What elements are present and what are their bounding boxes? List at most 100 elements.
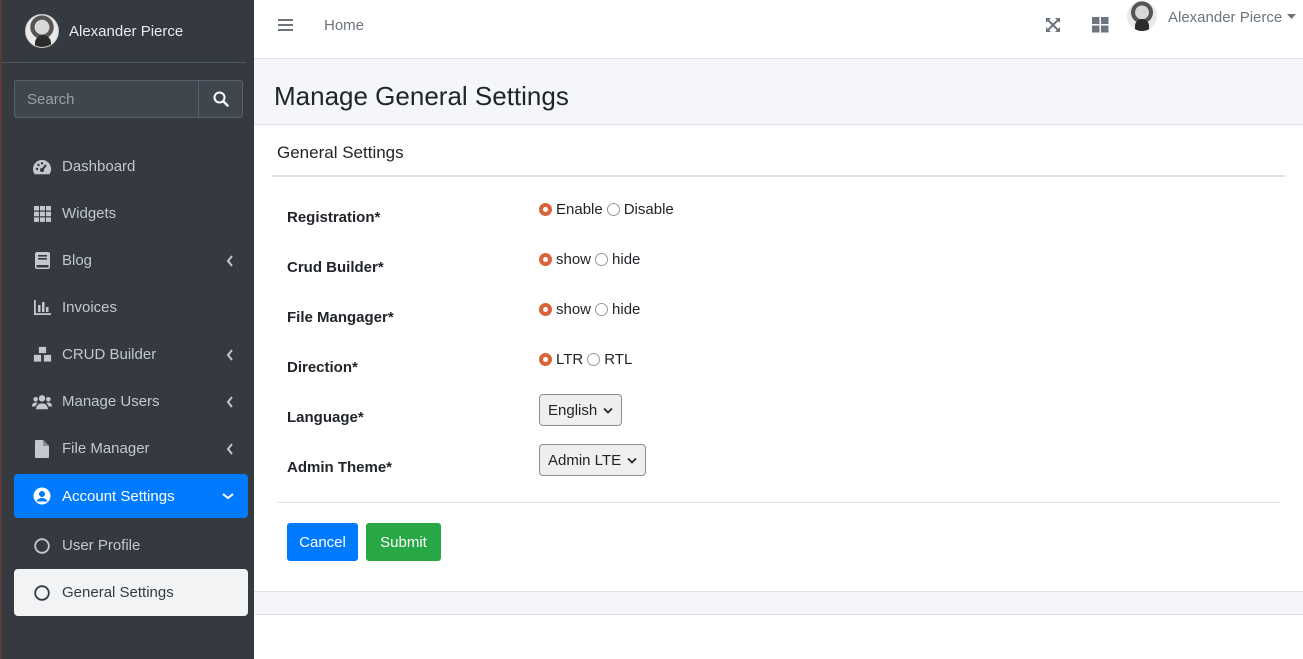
radio-label: show [556,301,592,318]
sidebar-item-dashboard[interactable]: Dashboard [14,143,248,190]
sidebar-item-label: Account Settings [62,487,175,505]
crud-builder-label: Crud Builder* [287,259,384,276]
sidebar-item-label: Dashboard [62,158,136,175]
book-icon [32,251,52,271]
sidebar-item-label: CRUD Builder [62,346,157,363]
language-select-value: English [548,401,598,419]
hamburger-icon [278,19,293,31]
sidebar-item-label: Manage Users [62,393,160,410]
expand-arrows-icon [1046,18,1060,32]
language-row: Language* English [287,394,1267,426]
menu-toggle-button[interactable] [278,18,293,37]
chevron-left-icon [226,348,233,361]
chevron-down-icon [627,457,637,464]
direction-radio-group: LTR RTL [539,351,636,368]
radio-label: RTL [604,351,633,368]
avatar[interactable] [1127,1,1157,31]
divider [277,502,1280,503]
card-header: General Settings [272,125,1285,177]
radio-label: Disable [623,201,674,218]
sidebar-item-manage-users[interactable]: Manage Users [14,378,248,425]
radio-label: LTR [556,351,584,368]
sidebar-item-label: General Settings [62,584,174,601]
registration-row: Registration* Enable Disable [287,199,1267,229]
sidebar-item-label: File Manager [62,440,150,457]
sidebar-item-invoices[interactable]: Invoices [14,284,248,331]
sidebar-user-name: Alexander Pierce [69,22,184,40]
radio-label: hide [612,251,641,268]
registration-label: Registration* [287,209,381,226]
content-wrapper: Manage General Settings General Settings… [254,59,1303,659]
users-icon [32,392,52,412]
sidebar-item-label: Blog [62,252,93,269]
direction-rtl-radio[interactable] [587,353,601,366]
admin-theme-label: Admin Theme* [287,459,393,476]
circle-icon [32,536,52,556]
chevron-left-icon [226,395,233,408]
page-title: Manage General Settings [274,81,569,111]
admin-theme-row: Admin Theme* Admin LTE [287,444,1267,476]
sidebar-user-panel[interactable]: Alexander Pierce [2,0,246,63]
sidebar-item-general-settings[interactable]: General Settings [14,569,248,616]
radio-label: Enable [556,201,603,218]
control-sidebar-button[interactable] [1092,17,1109,38]
fullscreen-button[interactable] [1045,17,1061,38]
crud-builder-show-radio[interactable] [539,253,552,266]
settings-card: General Settings Registration* Enable Di… [254,124,1303,592]
sidebar-nav: Dashboard Widgets Blog Invoices CRUD Bui… [14,143,248,616]
crud-builder-row: Crud Builder* show hide [287,249,1267,279]
footer [254,614,1303,659]
search-button[interactable] [198,80,243,118]
admin-theme-select-value: Admin LTE [548,451,622,469]
sidebar-item-file-manager[interactable]: File Manager [14,425,248,472]
registration-disable-radio[interactable] [606,203,620,216]
card-title: General Settings [277,143,404,162]
radio-label: show [556,251,592,268]
file-manager-label: File Mangager* [287,309,394,326]
sidebar: Alexander Pierce Dashboard Widgets Blog [0,0,254,659]
sidebar-item-user-profile[interactable]: User Profile [14,522,248,569]
file-manager-row: File Mangager* show hide [287,299,1267,329]
search-icon [213,91,229,107]
user-circle-icon [32,486,52,506]
chevron-down-icon [603,407,613,414]
sidebar-item-label: Invoices [62,299,118,316]
crud-builder-hide-radio[interactable] [595,253,609,266]
circle-icon [32,583,52,603]
file-manager-radio-group: show hide [539,301,644,318]
top-navbar: Home Alexander Pierce [254,0,1303,59]
cancel-button[interactable]: Cancel [287,523,358,561]
sidebar-item-account-settings[interactable]: Account Settings [14,474,248,518]
user-menu-name[interactable]: Alexander Pierce [1168,9,1282,26]
th-icon [32,204,52,224]
direction-row: Direction* LTR RTL [287,349,1267,379]
file-manager-hide-radio[interactable] [595,303,609,316]
file-icon [32,439,52,459]
file-manager-show-radio[interactable] [539,303,552,316]
language-label: Language* [287,409,364,426]
admin-theme-select[interactable]: Admin LTE [539,444,647,476]
direction-ltr-radio[interactable] [539,353,552,366]
chart-bar-icon [32,298,52,318]
home-link[interactable]: Home [324,17,364,34]
radio-label: hide [612,301,641,318]
sidebar-item-widgets[interactable]: Widgets [14,190,248,237]
sidebar-item-label: Widgets [62,205,117,222]
chevron-down-icon [222,493,234,500]
caret-down-icon[interactable] [1287,14,1296,20]
sidebar-item-crud-builder[interactable]: CRUD Builder [14,331,248,378]
language-select[interactable]: English [539,394,623,426]
sidebar-search [14,80,243,118]
sidebar-item-label: User Profile [62,537,141,554]
tachometer-icon [32,157,52,177]
sidebar-item-blog[interactable]: Blog [14,237,248,284]
registration-radio-group: Enable Disable [539,201,678,218]
submit-button[interactable]: Submit [366,523,441,561]
direction-label: Direction* [287,359,358,376]
search-input[interactable] [14,80,198,118]
cubes-icon [32,345,52,365]
th-large-icon [1092,17,1109,33]
avatar [25,14,59,48]
crud-builder-radio-group: show hide [539,251,644,268]
registration-enable-radio[interactable] [539,203,552,216]
